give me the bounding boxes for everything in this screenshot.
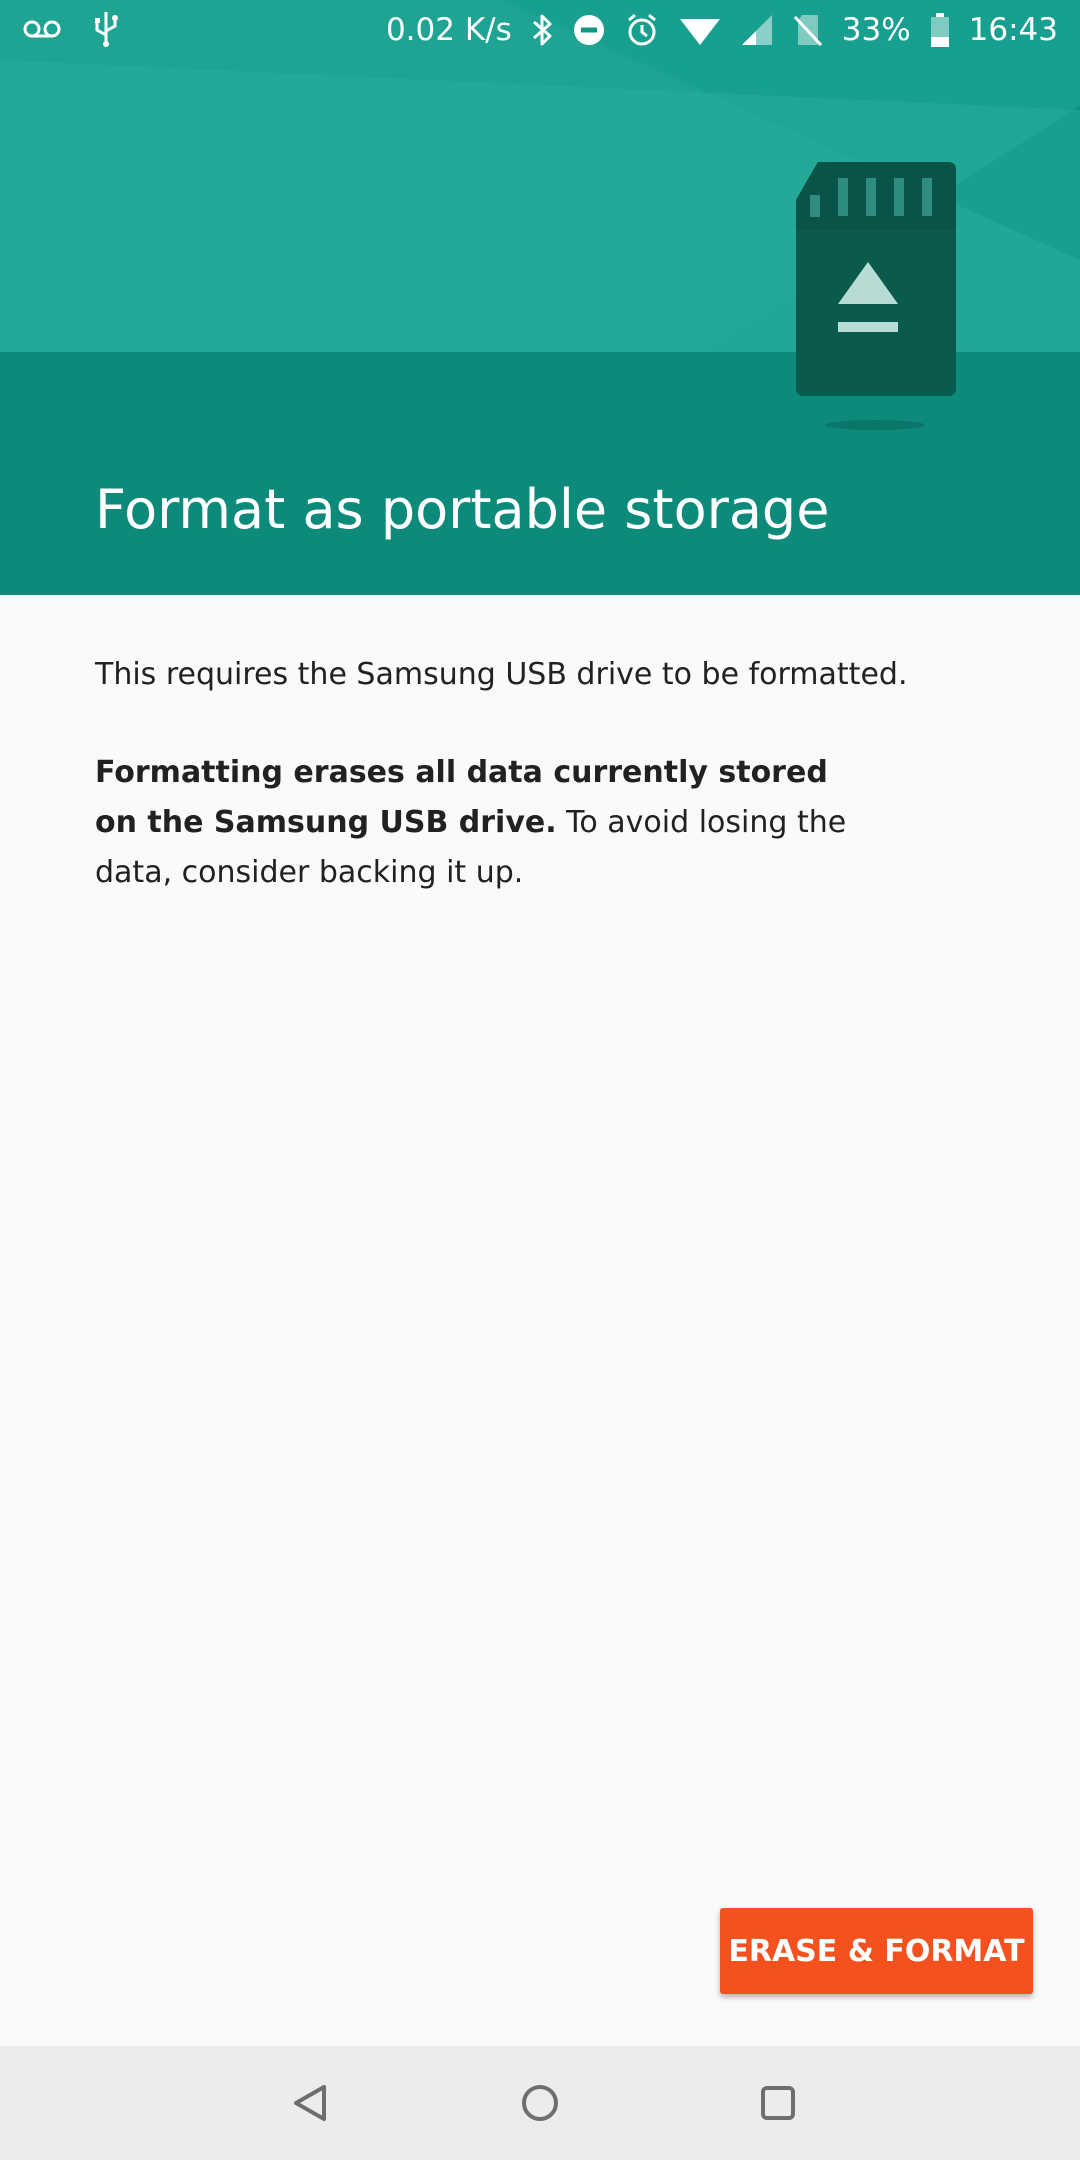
- cell-signal-icon: [741, 15, 772, 45]
- erase-format-button[interactable]: ERASE & FORMAT: [720, 1908, 1033, 1994]
- intro-text: This requires the Samsung USB drive to b…: [95, 657, 908, 692]
- home-button[interactable]: [510, 2073, 570, 2133]
- content: This requires the Samsung USB drive to b…: [95, 650, 955, 898]
- usb-icon: [95, 12, 118, 47]
- header-hero: 0.02 K/s 33% 16:43 Format as portable st…: [0, 0, 1080, 595]
- battery-percent: 33%: [841, 12, 911, 48]
- back-button[interactable]: [280, 2073, 340, 2133]
- home-icon: [522, 2085, 558, 2121]
- do-not-disturb-icon: [573, 15, 604, 45]
- net-speed: 0.02 K/s: [385, 12, 512, 48]
- wifi-icon: [679, 19, 720, 45]
- status-right: 0.02 K/s 33% 16:43: [386, 8, 1058, 52]
- page-title: Format as portable storage: [95, 478, 830, 541]
- no-sim-icon: [793, 15, 822, 47]
- alarm-icon: [627, 13, 656, 46]
- recents-button[interactable]: [748, 2073, 808, 2133]
- status-left: [22, 8, 120, 48]
- bluetooth-icon: [532, 14, 552, 46]
- status-bar: 0.02 K/s 33% 16:43: [0, 0, 1080, 60]
- warning-text: Formatting erases all data currently sto…: [95, 748, 875, 898]
- clock: 16:43: [968, 12, 1058, 48]
- voicemail-icon: [23, 20, 61, 38]
- battery-icon: [930, 13, 949, 47]
- back-icon: [294, 2085, 326, 2121]
- recents-icon: [761, 2086, 795, 2120]
- navigation-bar: [0, 2046, 1080, 2160]
- sd-card-eject-icon: [796, 162, 956, 396]
